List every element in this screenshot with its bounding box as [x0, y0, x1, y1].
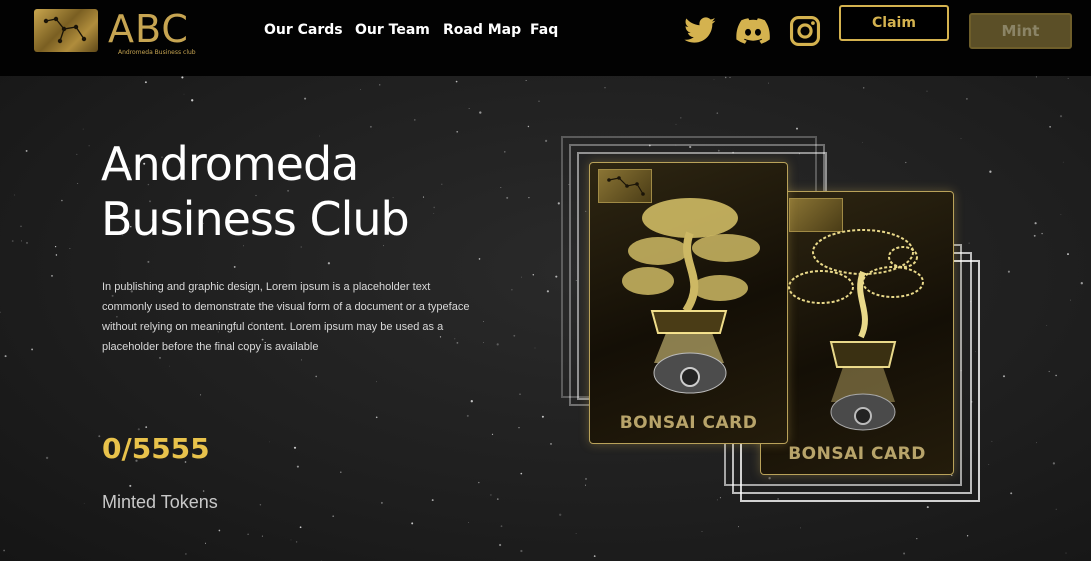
bonsai-card[interactable]: BONSAI CARD: [589, 162, 788, 444]
card-label: BONSAI CARD: [619, 413, 758, 433]
bonsai-tree-icon: [622, 198, 760, 394]
title-line-1: Andromeda: [101, 137, 359, 191]
title-line-2: Business Club: [101, 192, 410, 246]
bonsai-card[interactable]: BONSAI CARD: [760, 191, 954, 475]
nav-faq[interactable]: Faq: [530, 22, 558, 38]
claim-button[interactable]: Claim: [839, 5, 949, 41]
logo-subtitle: Andromeda Business club: [118, 49, 196, 56]
logo-text: ABC: [108, 7, 189, 51]
minted-counter: 0/5555: [102, 432, 210, 465]
logo[interactable]: ABC Andromeda Business club: [34, 7, 214, 57]
hero-section: Andromeda Business Club In publishing an…: [0, 76, 1091, 561]
instagram-icon[interactable]: [788, 14, 822, 48]
nav-our-team[interactable]: Our Team: [355, 22, 430, 38]
constellation-logo-icon: [34, 9, 98, 52]
nav-our-cards[interactable]: Our Cards: [264, 22, 343, 38]
mint-button[interactable]: Mint: [969, 13, 1072, 49]
discord-icon[interactable]: [736, 14, 770, 48]
card-label: BONSAI CARD: [788, 444, 926, 464]
hero-description: In publishing and graphic design, Lorem …: [102, 281, 470, 353]
site-header: ABC Andromeda Business club Our Cards Ou…: [0, 0, 1091, 76]
bonsai-tree-icon: [788, 229, 924, 431]
twitter-icon[interactable]: [683, 14, 717, 48]
nav-road-map[interactable]: Road Map: [443, 22, 521, 38]
minted-label: Minted Tokens: [102, 492, 218, 512]
page-title: Andromeda Business Club: [101, 137, 521, 247]
